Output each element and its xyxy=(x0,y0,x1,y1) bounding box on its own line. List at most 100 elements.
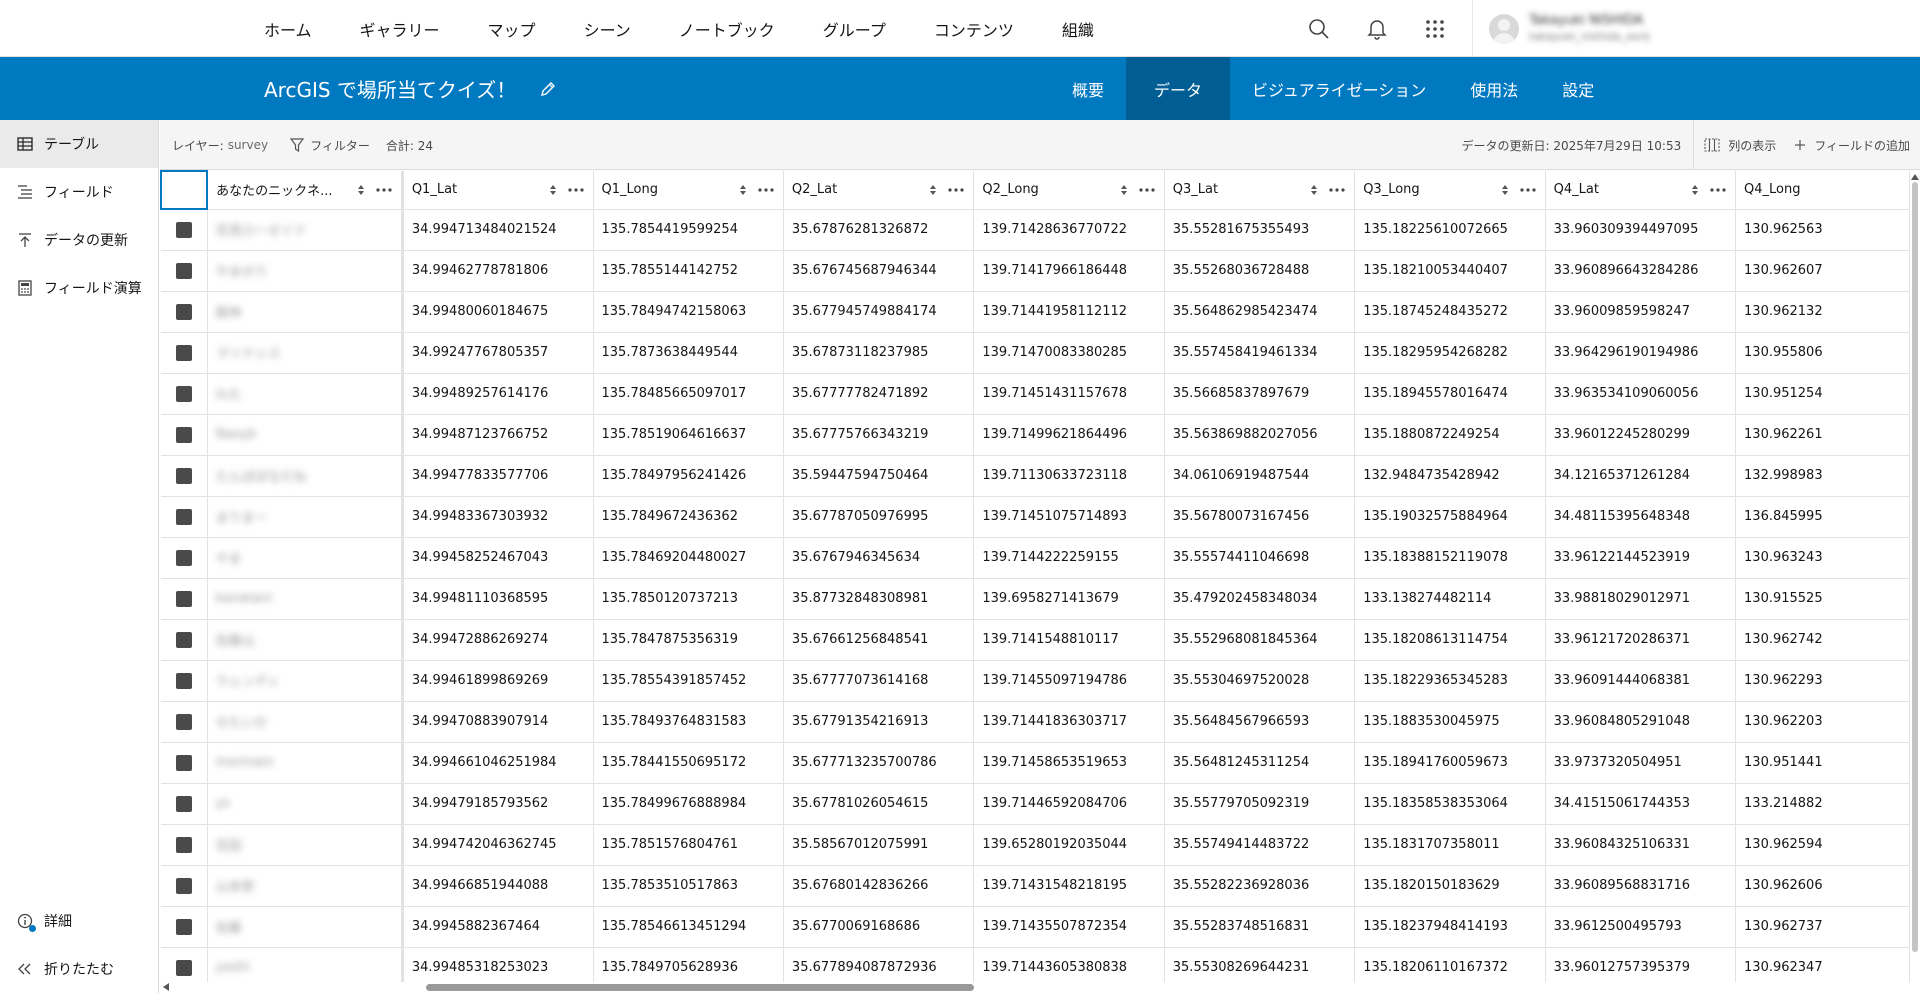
table-row[interactable]: 佐藤 34.9945882367464 135.78546613451294 35.6… xyxy=(161,906,1910,948)
sort-icon[interactable] xyxy=(357,183,367,197)
table-row[interactable]: ウェンディ 34.99461899869269 135.78554391857452… xyxy=(161,660,1910,702)
more-options-icon[interactable] xyxy=(1709,188,1727,192)
table-cell[interactable]: 130.951441 xyxy=(1735,742,1910,784)
row-checkbox[interactable] xyxy=(175,467,192,484)
table-cell[interactable]: 130.951254 xyxy=(1735,373,1910,415)
table-cell[interactable]: 135.78499676888984 xyxy=(593,783,784,825)
table-cell[interactable]: 132.998983 xyxy=(1735,455,1910,497)
row-checkbox[interactable] xyxy=(175,221,192,238)
table-cell[interactable]: 139.71435507872354 xyxy=(973,906,1165,948)
table-cell[interactable]: 35.6767946345634 xyxy=(783,537,975,579)
table-cell[interactable]: 136.845995 xyxy=(1735,496,1910,538)
user-menu[interactable]: Takayuki NISHIDA takayuki_nishida_esrij xyxy=(1489,13,1650,45)
edit-title-button[interactable] xyxy=(540,81,556,97)
table-cell[interactable]: 34.41515061744353 xyxy=(1545,783,1737,825)
table-cell[interactable]: 33.96089568831716 xyxy=(1545,865,1737,907)
more-options-icon[interactable] xyxy=(1328,188,1346,192)
row-checkbox[interactable] xyxy=(175,631,192,648)
table-cell[interactable]: 139.71417966186448 xyxy=(973,250,1165,292)
tab-overview[interactable]: 概要 xyxy=(1050,57,1126,120)
table-cell[interactable]: 34.12165371261284 xyxy=(1545,455,1737,497)
tab-usage[interactable]: 使用法 xyxy=(1448,57,1540,120)
table-cell[interactable]: 139.71441958112112 xyxy=(973,291,1165,333)
table-cell[interactable]: 139.65280192035044 xyxy=(973,824,1165,866)
table-cell[interactable]: 35.67777073614168 xyxy=(783,660,975,702)
table-cell[interactable]: 130.962737 xyxy=(1735,906,1910,948)
table-cell[interactable]: 135.7847875356319 xyxy=(593,619,784,661)
sort-icon[interactable] xyxy=(739,183,749,197)
table-cell[interactable]: 33.9612500495793 xyxy=(1545,906,1737,948)
table-cell[interactable]: やまのり xyxy=(207,250,404,292)
table-cell[interactable]: 139.7141548810117 xyxy=(973,619,1165,661)
table-row[interactable]: まりまー 34.99483367303932 135.7849672436362 35… xyxy=(161,496,1910,538)
add-field-button[interactable]: フィールドの追加 xyxy=(1794,137,1910,154)
tab-data[interactable]: データ xyxy=(1126,57,1231,120)
row-checkbox[interactable] xyxy=(175,836,192,853)
filter-button[interactable]: フィルター xyxy=(290,137,370,154)
table-cell[interactable]: 133.138274482114 xyxy=(1354,578,1546,620)
column-header[interactable]: Q2_Long xyxy=(973,171,1165,210)
more-options-icon[interactable] xyxy=(1138,188,1156,192)
table-cell[interactable]: 139.71428636770722 xyxy=(973,209,1165,251)
table-cell[interactable]: 35.55283748516831 xyxy=(1164,906,1356,948)
table-cell[interactable]: 139.71458653519653 xyxy=(973,742,1165,784)
table-cell[interactable]: 35.677713235700786 xyxy=(783,742,975,784)
table-cell[interactable]: 佐藤山 xyxy=(207,619,404,661)
sort-icon[interactable] xyxy=(929,183,939,197)
table-cell[interactable]: 135.7853510517863 xyxy=(593,865,784,907)
table-cell[interactable]: 35.557458419461334 xyxy=(1164,332,1356,374)
sort-icon[interactable] xyxy=(1501,183,1511,197)
table-row[interactable]: マリナシス 34.99247767805357 135.7873638449544 3… xyxy=(161,332,1910,374)
row-checkbox[interactable] xyxy=(175,385,192,402)
table-cell[interactable]: 35.6770069168686 xyxy=(783,906,975,948)
table-cell[interactable]: 135.7851576804761 xyxy=(593,824,784,866)
table-cell[interactable]: 33.96012757395379 xyxy=(1545,947,1737,982)
horizontal-scroll-thumb[interactable] xyxy=(426,984,974,991)
table-row[interactable]: Naoyk 34.99487123766752 135.78519064616637… xyxy=(161,414,1910,456)
table-cell[interactable]: 135.78441550695172 xyxy=(593,742,784,784)
column-header[interactable]: Q1_Lat xyxy=(402,171,594,210)
table-cell[interactable]: 35.676745687946344 xyxy=(783,250,975,292)
more-options-icon[interactable] xyxy=(375,188,393,192)
table-cell[interactable]: 139.71443605380838 xyxy=(973,947,1165,982)
table-cell[interactable]: 135.18745248435272 xyxy=(1354,291,1546,333)
table-cell[interactable]: 130.962742 xyxy=(1735,619,1910,661)
more-options-icon[interactable] xyxy=(567,188,585,192)
table-cell[interactable]: 130.962132 xyxy=(1735,291,1910,333)
row-checkbox[interactable] xyxy=(175,426,192,443)
column-header[interactable]: Q3_Lat xyxy=(1164,171,1356,210)
table-cell[interactable]: 130.962293 xyxy=(1735,660,1910,702)
table-cell[interactable]: 139.71130633723118 xyxy=(973,455,1165,497)
table-cell[interactable]: 139.6958271413679 xyxy=(973,578,1165,620)
table-cell[interactable]: 35.67680142836266 xyxy=(783,865,975,907)
column-header[interactable]: Q4_Long xyxy=(1735,171,1910,210)
nav-gallery[interactable]: ギャラリー xyxy=(360,17,440,41)
table-cell[interactable]: 33.964296190194986 xyxy=(1545,332,1737,374)
table-cell[interactable]: 135.78519064616637 xyxy=(593,414,784,456)
column-header[interactable]: Q2_Lat xyxy=(783,171,975,210)
more-options-icon[interactable] xyxy=(757,188,775,192)
column-header[interactable]: Q4_Lat xyxy=(1545,171,1737,210)
table-cell[interactable]: 35.87732848308981 xyxy=(783,578,975,620)
table-row[interactable]: たんぽぽなだね 34.99477833577706 135.784979562414… xyxy=(161,455,1910,497)
table-cell[interactable]: kanatani xyxy=(207,578,404,620)
table-cell[interactable]: 花見ローゼイド xyxy=(207,209,404,251)
table-cell[interactable]: 34.99487123766752 xyxy=(402,414,594,456)
table-cell[interactable]: 館林 xyxy=(207,291,404,333)
table-row[interactable]: 館林 34.99480060184675 135.78494742158063 35.… xyxy=(161,291,1910,333)
table-cell[interactable]: 130.962606 xyxy=(1735,865,1910,907)
table-cell[interactable]: 35.67787050976995 xyxy=(783,496,975,538)
table-cell[interactable]: 34.994713484021524 xyxy=(402,209,594,251)
table-cell[interactable]: ウェンディ xyxy=(207,660,404,702)
table-cell[interactable]: 35.56484567966593 xyxy=(1164,701,1356,743)
table-cell[interactable]: 135.18206110167372 xyxy=(1354,947,1546,982)
table-cell[interactable]: 34.99477833577706 xyxy=(402,455,594,497)
table-cell[interactable]: 130.962261 xyxy=(1735,414,1910,456)
row-checkbox[interactable] xyxy=(175,959,192,976)
table-cell[interactable]: 33.963534109060056 xyxy=(1545,373,1737,415)
vertical-scroll-thumb[interactable] xyxy=(1912,182,1918,952)
table-cell[interactable]: 35.55281675355493 xyxy=(1164,209,1356,251)
notifications-button[interactable] xyxy=(1348,0,1406,57)
sidebar-item-fields[interactable]: フィールド xyxy=(0,168,158,216)
table-cell[interactable]: 35.55749414483722 xyxy=(1164,824,1356,866)
